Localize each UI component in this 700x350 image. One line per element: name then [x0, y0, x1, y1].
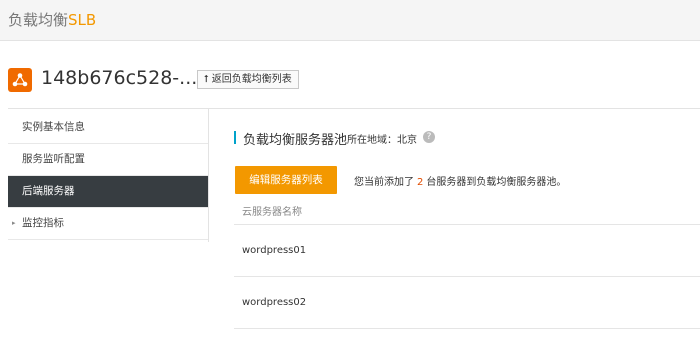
sidebar-item-label: 实例基本信息: [22, 121, 85, 133]
server-count: 2: [417, 177, 424, 188]
brand-prefix: 负载均衡: [8, 11, 69, 29]
table-row: wordpress01: [234, 225, 700, 277]
server-count-notice: 您当前添加了 2 台服务器到负载均衡服务器池。: [354, 173, 566, 188]
sidebar-item-label: 监控指标: [22, 217, 64, 229]
table-row: wordpress02: [234, 277, 700, 329]
notice-text-before: 您当前添加了: [354, 177, 414, 188]
top-bar: 负载均衡SLB: [0, 0, 700, 41]
instance-title: 148b676c528-...: [41, 67, 198, 89]
notice-text-after: 台服务器到负载均衡服务器池。: [426, 177, 567, 188]
server-name-cell: wordpress02: [242, 297, 307, 308]
sidebar-item-instance-info[interactable]: 实例基本信息: [8, 112, 208, 144]
server-table: 云服务器名称 wordpress01 wordpress02: [234, 202, 700, 329]
slb-instance-icon: [8, 68, 32, 92]
server-name-cell: wordpress01: [242, 245, 307, 256]
up-arrow-icon: ⭡: [204, 74, 209, 85]
table-header-server-name: 云服务器名称: [234, 202, 700, 225]
sidebar-border: [208, 108, 209, 242]
section-accent-bar: [234, 131, 236, 144]
sidebar-item-label: 服务监听配置: [22, 153, 85, 165]
instance-header: 148b676c528-... ⭡ 返回负载均衡列表: [0, 58, 700, 102]
sidebar-item-label: 后端服务器: [22, 185, 75, 197]
brand-title: 负载均衡SLB: [8, 9, 96, 30]
help-icon[interactable]: ?: [423, 131, 435, 143]
header-divider: [8, 108, 700, 109]
sidebar: 实例基本信息 服务监听配置 后端服务器 ▸ 监控指标: [8, 112, 208, 240]
edit-server-list-button[interactable]: 编辑服务器列表: [235, 166, 337, 194]
sidebar-item-monitoring[interactable]: ▸ 监控指标: [8, 208, 208, 240]
back-button-label: 返回负载均衡列表: [211, 74, 292, 85]
brand-accent: SLB: [68, 11, 97, 29]
back-to-list-button[interactable]: ⭡ 返回负载均衡列表: [197, 70, 299, 89]
section-title: 负载均衡服务器池: [243, 133, 348, 148]
expand-caret-icon: ▸: [12, 219, 16, 227]
sidebar-item-listener-config[interactable]: 服务监听配置: [8, 144, 208, 176]
region-label: 所在地域：北京: [347, 135, 417, 146]
sidebar-item-backend-servers[interactable]: 后端服务器: [8, 176, 208, 208]
